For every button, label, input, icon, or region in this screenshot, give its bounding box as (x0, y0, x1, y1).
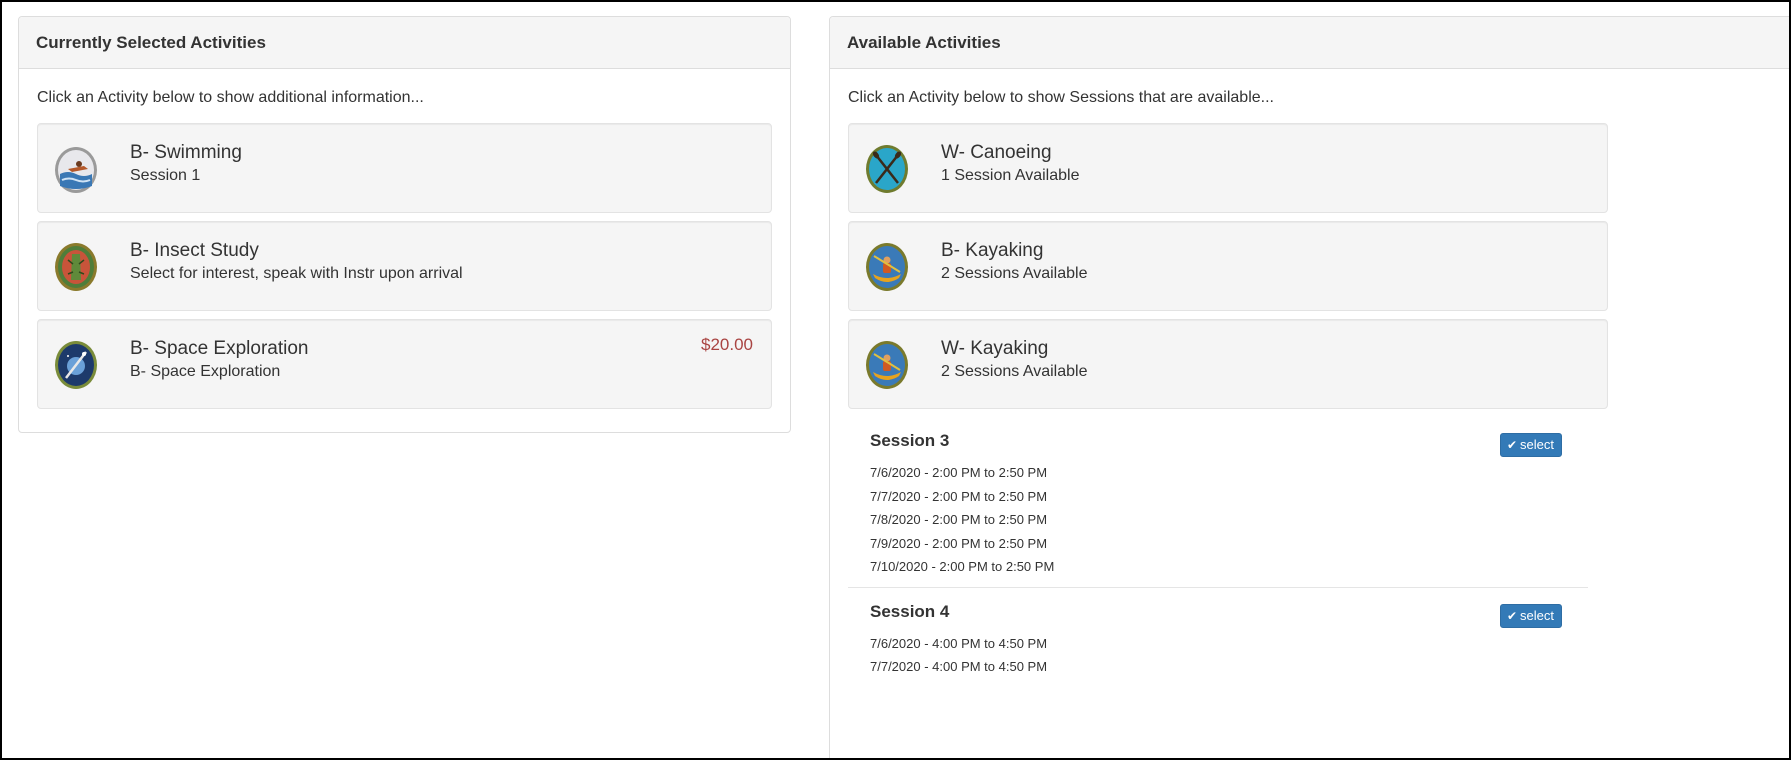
available-activity-w-kayaking[interactable]: W- Kayaking 2 Sessions Available (848, 319, 1608, 409)
available-activity-title: B- Kayaking (941, 240, 1044, 261)
session-time: 7/9/2020 - 2:00 PM to 2:50 PM (870, 535, 1048, 551)
canoeing-badge-icon (866, 145, 908, 193)
selected-activity-space-exploration[interactable]: B- Space Exploration B- Space Exploratio… (37, 319, 772, 409)
session-time: 7/7/2020 - 2:00 PM to 2:50 PM (870, 488, 1048, 504)
select-button-label: select (1520, 607, 1554, 623)
selected-activity-subtitle: B- Space Exploration (130, 363, 281, 380)
selected-activities-panel: Currently Selected Activities Click an A… (18, 16, 791, 433)
selected-activities-hint: Click an Activity below to show addition… (37, 89, 424, 106)
check-icon: ✔ (1506, 608, 1518, 623)
available-activities-list: W- Canoeing 1 Session Available B- Kayak… (848, 123, 1608, 409)
available-activities-panel: Available Activities Click an Activity b… (829, 16, 1789, 758)
available-activities-hint: Click an Activity below to show Sessions… (848, 89, 1274, 106)
available-activity-canoeing[interactable]: W- Canoeing 1 Session Available (848, 123, 1608, 213)
space-exploration-badge-icon (55, 341, 97, 389)
selected-activities-body: Click an Activity below to show addition… (19, 69, 790, 437)
selected-activities-heading: Currently Selected Activities (19, 17, 790, 69)
swimming-badge-icon (55, 147, 97, 193)
available-activities-body: Click an Activity below to show Sessions… (830, 69, 1789, 707)
insect-study-badge-icon (55, 243, 97, 291)
selected-activity-insect-study[interactable]: B- Insect Study Select for interest, spe… (37, 221, 772, 311)
available-activity-title: W- Kayaking (941, 338, 1049, 359)
kayaking-badge-icon (866, 341, 908, 389)
page-frame: Currently Selected Activities Click an A… (0, 0, 1791, 760)
available-activity-subtitle: 2 Sessions Available (941, 363, 1088, 380)
session-title: Session 4 (870, 601, 950, 621)
available-activities-heading: Available Activities (830, 17, 1789, 69)
activity-price: $20.00 (701, 335, 753, 354)
selected-activity-title: B- Space Exploration (130, 338, 309, 359)
session-time: 7/6/2020 - 4:00 PM to 4:50 PM (870, 635, 1048, 651)
session-time: 7/8/2020 - 2:00 PM to 2:50 PM (870, 512, 1048, 527)
available-activity-b-kayaking[interactable]: B- Kayaking 2 Sessions Available (848, 221, 1608, 311)
selected-activity-title: B- Swimming (130, 142, 242, 163)
select-session-4-button[interactable]: ✔ select (1499, 603, 1562, 628)
available-activity-subtitle: 2 Sessions Available (941, 265, 1088, 282)
check-icon: ✔ (1506, 438, 1518, 452)
select-session-3-button[interactable]: ✔ select (1499, 433, 1562, 457)
select-button-label: select (1520, 437, 1554, 452)
selected-activity-subtitle: Session 1 (130, 167, 201, 184)
sessions-list: Session 3 ✔ select 7/6/2020 - 2:00 PM to … (848, 417, 1588, 687)
session-time: 7/7/2020 - 4:00 PM to 4:50 PM (870, 659, 1048, 674)
selected-activity-swimming[interactable]: B- Swimming Session 1 (37, 123, 772, 213)
session-3: Session 3 ✔ select 7/6/2020 - 2:00 PM to … (848, 417, 1588, 588)
selected-activity-title: B- Insect Study (130, 240, 259, 261)
session-4: Session 4 ✔ select 7/6/2020 - 4:00 PM to … (848, 588, 1588, 687)
available-activity-subtitle: 1 Session Available (941, 167, 1080, 184)
session-title: Session 3 (870, 431, 950, 450)
session-time: 7/10/2020 - 2:00 PM to 2:50 PM (870, 559, 1055, 574)
selected-activity-subtitle: Select for interest, speak with Instr up… (130, 265, 463, 282)
available-activity-title: W- Canoeing (941, 142, 1052, 163)
kayaking-badge-icon (866, 243, 908, 291)
session-time: 7/6/2020 - 2:00 PM to 2:50 PM (870, 465, 1048, 480)
